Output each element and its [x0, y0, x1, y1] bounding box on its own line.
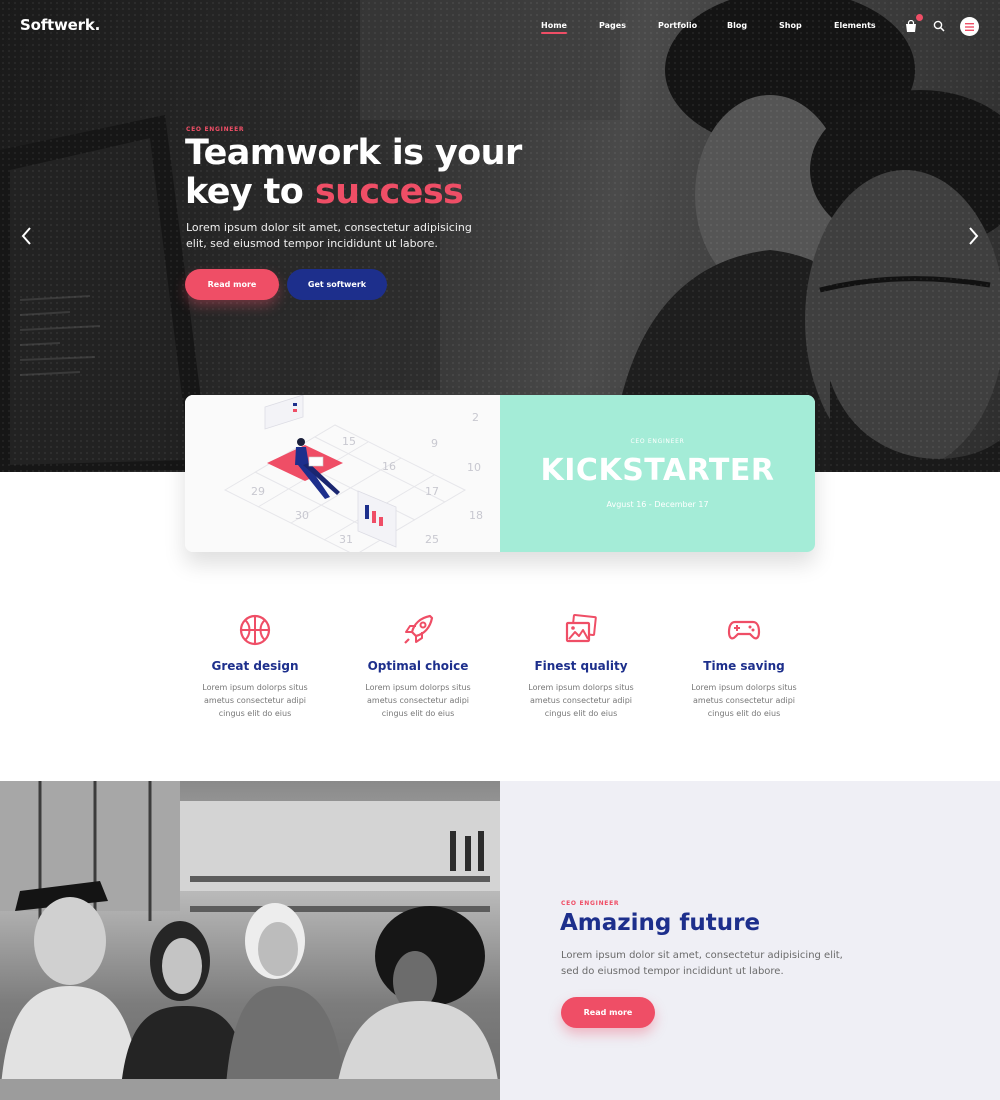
hero-title: Teamwork is your key to success — [185, 134, 605, 212]
calendar-day: 10 — [467, 461, 481, 474]
feature-text: Lorem ipsum dolorps situs ametus consect… — [528, 683, 634, 718]
future-read-more-button[interactable]: Read more — [561, 997, 655, 1028]
feature-optimal-choice: Optimal choice Lorem ipsum dolorps situs… — [343, 612, 493, 720]
slider-prev-arrow-icon[interactable] — [20, 226, 34, 246]
feature-title: Time saving — [703, 659, 785, 673]
slider-next-arrow-icon[interactable] — [966, 226, 980, 246]
calendar-day: 15 — [342, 435, 356, 448]
nav-item-portfolio[interactable]: Portfolio — [658, 21, 697, 30]
rocket-icon — [404, 614, 434, 644]
cart-badge — [916, 14, 923, 21]
feature-finest-quality: Finest quality Lorem ipsum dolorps situs… — [506, 612, 656, 720]
feature-text: Lorem ipsum dolorps situs ametus consect… — [202, 683, 308, 718]
hero-title-accent: success — [314, 172, 464, 212]
gamepad-icon — [727, 620, 761, 640]
calendar-day: 31 — [339, 533, 353, 546]
calendar-day: 16 — [382, 460, 396, 473]
calendar-day: 9 — [431, 437, 438, 450]
nav-item-shop[interactable]: Shop — [779, 21, 802, 30]
hero-title-line1: Teamwork is your — [185, 133, 522, 173]
nav-item-blog[interactable]: Blog — [727, 21, 747, 30]
feature-title: Finest quality — [534, 659, 628, 673]
calendar-day: 30 — [295, 509, 309, 522]
calendar-day: 17 — [425, 485, 439, 498]
feature-text: Lorem ipsum dolorps situs ametus consect… — [691, 683, 797, 718]
site-logo[interactable]: Softwerk. — [20, 16, 100, 34]
kickstarter-date: Avgust 16 - December 17 — [606, 500, 709, 509]
kickstarter-eyebrow: CEO ENGINEER — [630, 438, 685, 445]
search-icon[interactable] — [930, 17, 948, 35]
future-section — [500, 781, 1000, 1100]
future-description: Lorem ipsum dolor sit amet, consectetur … — [561, 950, 843, 977]
kickstarter-card[interactable]: 2 15 9 16 10 29 17 30 18 31 25 CEO ENGIN… — [185, 395, 815, 552]
nav-item-pages[interactable]: Pages — [599, 21, 626, 30]
feature-text: Lorem ipsum dolorps situs ametus consect… — [365, 683, 471, 718]
future-eyebrow: CEO ENGINEER — [561, 900, 620, 907]
images-icon — [565, 613, 597, 643]
feature-great-design: Great design Lorem ipsum dolorps situs a… — [180, 612, 330, 720]
hero-eyebrow: CEO ENGINEER — [186, 126, 245, 133]
feature-title: Optimal choice — [367, 659, 469, 673]
nav-item-elements[interactable]: Elements — [834, 21, 876, 30]
kickstarter-title: KICKSTARTER — [540, 453, 775, 488]
hero-description: Lorem ipsum dolor sit amet, consectetur … — [186, 221, 472, 250]
hero-title-line2: key to — [185, 172, 315, 212]
nav-item-home[interactable]: Home — [541, 21, 567, 34]
calendar-day: 18 — [469, 509, 483, 522]
basketball-icon — [239, 614, 271, 646]
get-softwerk-button[interactable]: Get softwerk — [287, 269, 387, 300]
feature-time-saving: Time saving Lorem ipsum dolorps situs am… — [669, 612, 819, 720]
calendar-illustration: 2 15 9 16 10 29 17 30 18 31 25 — [185, 395, 500, 552]
cart-icon[interactable] — [902, 14, 923, 35]
kickstarter-panel: CEO ENGINEER KICKSTARTER Avgust 16 - Dec… — [500, 395, 815, 552]
team-photo — [0, 781, 500, 1100]
future-title: Amazing future — [560, 910, 761, 936]
hero-read-more-button[interactable]: Read more — [185, 269, 279, 300]
top-navigation: Softwerk. Home Pages Portfolio Blog Shop… — [0, 0, 1000, 52]
menu-icon[interactable] — [960, 17, 979, 36]
calendar-day: 29 — [251, 485, 265, 498]
feature-title: Great design — [211, 659, 299, 673]
calendar-day: 2 — [472, 411, 479, 424]
calendar-day: 25 — [425, 533, 439, 546]
